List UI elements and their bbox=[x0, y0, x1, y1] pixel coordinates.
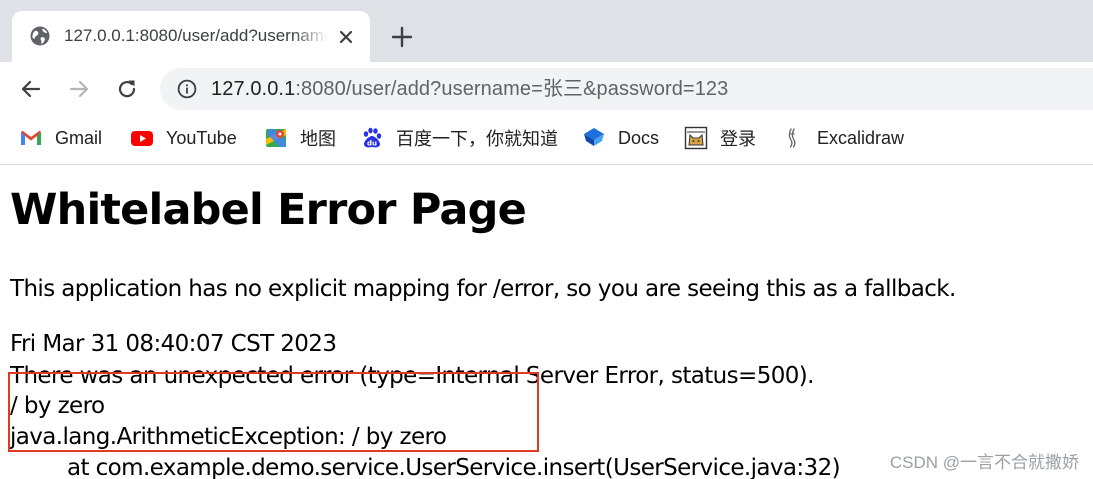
bookmark-docs[interactable]: Docs bbox=[582, 124, 659, 152]
tab-title-fade bbox=[292, 23, 328, 49]
info-icon[interactable] bbox=[177, 79, 197, 99]
bookmark-label: 百度一下，你就知道 bbox=[396, 129, 558, 149]
arrow-left-icon[interactable] bbox=[18, 76, 44, 102]
url-text[interactable]: 127.0.0.1:8080/user/add?username=张三&pass… bbox=[211, 77, 728, 101]
bookmark-excalidraw[interactable]: Excalidraw bbox=[781, 124, 904, 152]
browser-toolbar: 127.0.0.1:8080/user/add?username=张三&pass… bbox=[0, 62, 1093, 114]
gmail-icon bbox=[21, 130, 41, 145]
plus-icon[interactable] bbox=[388, 23, 416, 51]
bookmark-baidu[interactable]: du 百度一下，你就知道 bbox=[360, 124, 558, 152]
tomcat-icon bbox=[684, 126, 708, 150]
youtube-icon bbox=[131, 131, 153, 146]
page-content: Whitelabel Error Page This application h… bbox=[0, 165, 1093, 479]
tab-title: 127.0.0.1:8080/user/add?username=张三&pass… bbox=[64, 26, 328, 45]
reload-icon[interactable] bbox=[114, 76, 140, 102]
page-title: Whitelabel Error Page bbox=[10, 185, 527, 235]
bookmark-label: Gmail bbox=[55, 127, 103, 148]
bookmark-label: 地图 bbox=[300, 129, 336, 149]
docs-icon bbox=[584, 128, 604, 146]
watermark: CSDN @一言不合就撒娇 bbox=[889, 453, 1079, 472]
address-bar[interactable]: 127.0.0.1:8080/user/add?username=张三&pass… bbox=[160, 68, 1093, 110]
baidu-icon: du bbox=[363, 127, 382, 148]
browser-window: 127.0.0.1:8080/user/add?username=张三&pass… bbox=[0, 0, 1093, 479]
bookmark-label: Docs bbox=[618, 127, 660, 148]
bookmark-maps[interactable]: 地图 bbox=[264, 124, 336, 152]
error-timestamp: Fri Mar 31 08:40:07 CST 2023 bbox=[10, 331, 337, 357]
arrow-right-icon[interactable] bbox=[66, 76, 92, 102]
highlight-box bbox=[8, 372, 539, 452]
tab-strip: 127.0.0.1:8080/user/add?username=张三&pass… bbox=[0, 0, 1093, 62]
maps-icon bbox=[266, 129, 286, 147]
error-explanation: This application has no explicit mapping… bbox=[10, 276, 956, 302]
url-path: :8080/user/add?username=张三&password=123 bbox=[295, 78, 729, 100]
bookmark-label: 登录 bbox=[720, 129, 756, 149]
bookmark-youtube[interactable]: YouTube bbox=[130, 124, 237, 152]
close-icon[interactable] bbox=[335, 26, 357, 48]
bookmark-label: YouTube bbox=[166, 127, 237, 148]
bookmark-gmail[interactable]: Gmail bbox=[19, 124, 102, 152]
bookmarks-bar: Gmail YouTube 地图 du 百度一下，你就知道 Docs 登录 Ex… bbox=[0, 114, 1093, 165]
globe-icon bbox=[30, 26, 50, 46]
stack-trace-line: at com.example.demo.service.UserService.… bbox=[67, 455, 841, 479]
bookmark-label: Excalidraw bbox=[817, 127, 905, 148]
url-host: 127.0.0.1 bbox=[211, 78, 296, 100]
bookmark-login[interactable]: 登录 bbox=[684, 124, 756, 152]
excalidraw-icon bbox=[788, 128, 796, 148]
active-tab[interactable]: 127.0.0.1:8080/user/add?username=张三&pass… bbox=[12, 11, 370, 62]
svg-text:du: du bbox=[367, 140, 377, 148]
